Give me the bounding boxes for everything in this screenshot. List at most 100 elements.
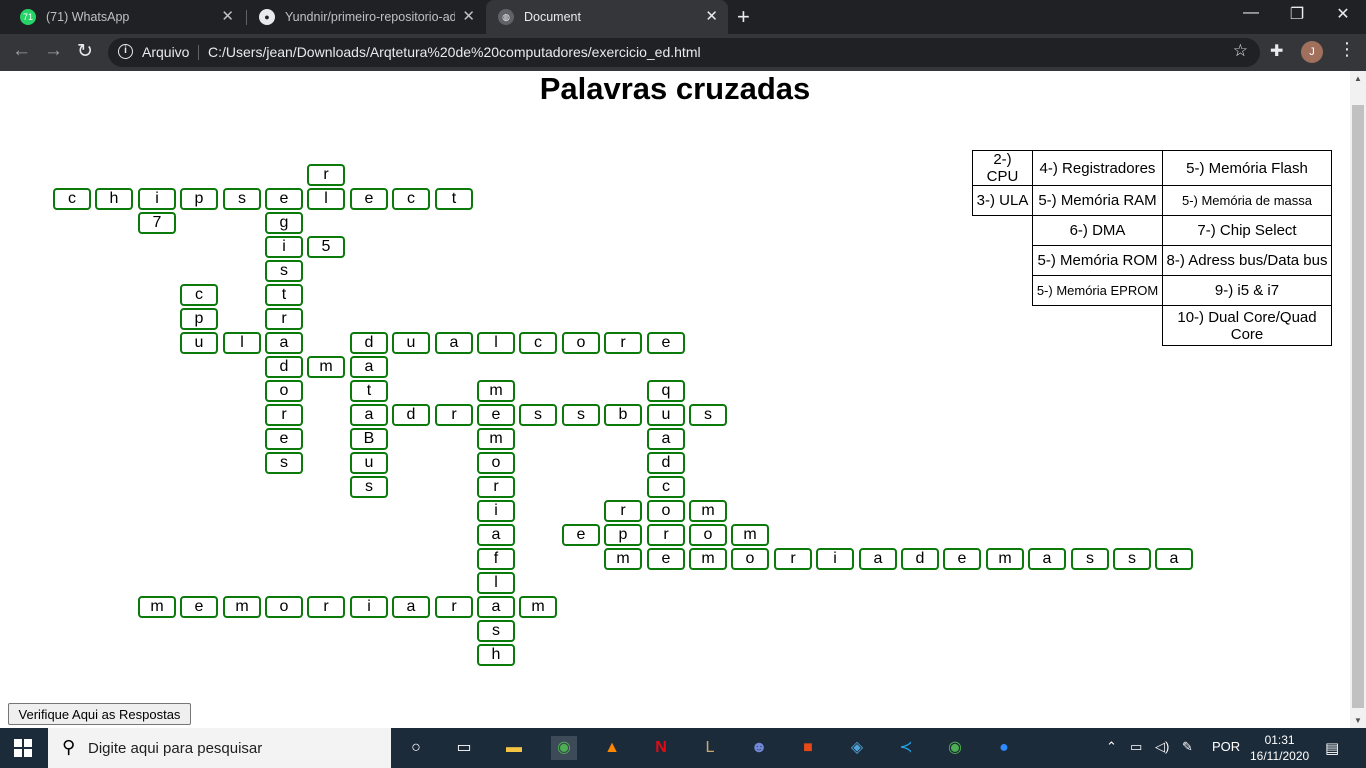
scrollbar-thumb[interactable] xyxy=(1352,105,1364,708)
new-tab-button[interactable]: + xyxy=(737,4,750,30)
taskbar-search-box[interactable]: ⚲ Digite aqui para pesquisar xyxy=(48,728,391,768)
crossword-cell[interactable]: s xyxy=(519,404,557,426)
close-icon[interactable]: ✕ xyxy=(221,7,234,25)
crossword-cell[interactable]: t xyxy=(265,284,303,306)
discord-icon[interactable]: ☻ xyxy=(746,736,772,760)
crossword-cell[interactable]: l xyxy=(477,572,515,594)
system-clock[interactable]: 01:31 16/11/2020 xyxy=(1250,732,1309,764)
vscode-icon[interactable]: ≺ xyxy=(893,736,919,760)
crossword-cell[interactable]: e xyxy=(477,404,515,426)
crossword-cell[interactable]: a xyxy=(350,356,388,378)
address-bar[interactable]: i Arquivo C:/Users/jean/Downloads/Arqtet… xyxy=(108,38,1260,67)
crossword-cell[interactable]: r xyxy=(477,476,515,498)
crossword-cell[interactable]: a xyxy=(265,332,303,354)
crossword-cell[interactable]: e xyxy=(647,548,685,570)
crossword-cell[interactable]: o xyxy=(562,332,600,354)
crossword-cell[interactable]: m xyxy=(604,548,642,570)
close-icon[interactable]: ✕ xyxy=(705,7,718,25)
crossword-cell[interactable]: u xyxy=(392,332,430,354)
crossword-cell[interactable]: a xyxy=(859,548,897,570)
crossword-cell[interactable]: a xyxy=(435,332,473,354)
chevron-up-icon[interactable]: ⌃ xyxy=(1106,739,1117,755)
url-text[interactable]: C:/Users/jean/Downloads/Arqtetura%20de%2… xyxy=(208,44,701,60)
crossword-cell[interactable]: c xyxy=(180,284,218,306)
crossword-cell[interactable]: o xyxy=(689,524,727,546)
crossword-cell[interactable]: e xyxy=(647,332,685,354)
file-explorer-icon[interactable]: ▬ xyxy=(501,736,527,760)
crossword-cell[interactable]: s xyxy=(1113,548,1151,570)
crossword-cell[interactable]: i xyxy=(138,188,176,210)
crossword-cell[interactable]: q xyxy=(647,380,685,402)
crossword-cell[interactable]: t xyxy=(435,188,473,210)
mysql-workbench-icon[interactable]: ◈ xyxy=(844,736,870,760)
crossword-cell[interactable]: m xyxy=(731,524,769,546)
crossword-cell[interactable]: r xyxy=(435,596,473,618)
crossword-cell[interactable]: c xyxy=(392,188,430,210)
crossword-cell[interactable]: o xyxy=(647,500,685,522)
info-icon[interactable]: i xyxy=(118,44,133,59)
pen-icon[interactable]: ✎ xyxy=(1182,739,1193,755)
scroll-down-icon[interactable]: ▼ xyxy=(1354,716,1362,725)
crossword-cell[interactable]: a xyxy=(392,596,430,618)
restore-icon[interactable]: ❐ xyxy=(1274,4,1320,24)
crossword-cell[interactable]: o xyxy=(265,596,303,618)
close-icon[interactable]: ✕ xyxy=(462,7,475,25)
crossword-cell[interactable]: i xyxy=(477,500,515,522)
crossword-cell[interactable]: s xyxy=(265,260,303,282)
crossword-cell[interactable]: e xyxy=(562,524,600,546)
crossword-cell[interactable]: a xyxy=(350,404,388,426)
crossword-cell[interactable]: h xyxy=(95,188,133,210)
windows-start-icon[interactable] xyxy=(14,739,32,757)
crossword-cell[interactable]: m xyxy=(519,596,557,618)
crossword-cell[interactable]: d xyxy=(392,404,430,426)
crossword-cell[interactable]: l xyxy=(477,332,515,354)
crossword-cell[interactable]: m xyxy=(223,596,261,618)
crossword-cell[interactable]: r xyxy=(307,164,345,186)
task-view-icon[interactable]: ▭ xyxy=(451,736,477,760)
crossword-cell[interactable]: u xyxy=(350,452,388,474)
crossword-cell[interactable]: a xyxy=(477,524,515,546)
verify-answers-button[interactable]: Verifique Aqui as Respostas xyxy=(8,703,191,725)
crossword-cell[interactable]: B xyxy=(350,428,388,450)
crossword-cell[interactable]: f xyxy=(477,548,515,570)
crossword-cell[interactable]: 5 xyxy=(307,236,345,258)
page-scrollbar[interactable]: ▲ ▼ xyxy=(1350,71,1366,728)
crossword-cell[interactable]: 7 xyxy=(138,212,176,234)
crossword-cell[interactable]: u xyxy=(180,332,218,354)
crossword-cell[interactable]: r xyxy=(647,524,685,546)
tab-whatsapp[interactable]: 71 (71) WhatsApp ✕ xyxy=(8,0,244,34)
crossword-cell[interactable]: g xyxy=(265,212,303,234)
crossword-cell[interactable]: m xyxy=(477,380,515,402)
crossword-cell[interactable]: e xyxy=(265,428,303,450)
crossword-cell[interactable]: o xyxy=(477,452,515,474)
crossword-cell[interactable]: r xyxy=(435,404,473,426)
crossword-cell[interactable]: m xyxy=(689,500,727,522)
crossword-cell[interactable]: s xyxy=(477,620,515,642)
crossword-cell[interactable]: i xyxy=(265,236,303,258)
crossword-cell[interactable]: s xyxy=(350,476,388,498)
minimize-icon[interactable]: — xyxy=(1228,4,1274,22)
crossword-cell[interactable]: o xyxy=(731,548,769,570)
close-window-icon[interactable]: ✕ xyxy=(1320,4,1366,24)
crossword-cell[interactable]: r xyxy=(774,548,812,570)
volume-icon[interactable]: ◁) xyxy=(1155,739,1169,755)
crossword-cell[interactable]: a xyxy=(1155,548,1193,570)
crossword-cell[interactable]: c xyxy=(647,476,685,498)
bookmark-star-icon[interactable]: ☆ xyxy=(1233,41,1248,61)
crossword-cell[interactable]: p xyxy=(180,188,218,210)
network-icon[interactable]: ▭ xyxy=(1130,739,1142,755)
crossword-cell[interactable]: d xyxy=(647,452,685,474)
crossword-cell[interactable]: e xyxy=(943,548,981,570)
forward-icon[interactable]: → xyxy=(44,40,63,62)
crossword-cell[interactable]: r xyxy=(604,500,642,522)
crossword-cell[interactable]: a xyxy=(647,428,685,450)
crossword-cell[interactable]: c xyxy=(519,332,557,354)
tab-github[interactable]: ● Yundnir/primeiro-repositorio-ad ✕ xyxy=(247,0,485,34)
crossword-cell[interactable]: p xyxy=(180,308,218,330)
crossword-cell[interactable]: t xyxy=(350,380,388,402)
crossword-cell[interactable]: b xyxy=(604,404,642,426)
crossword-cell[interactable]: m xyxy=(689,548,727,570)
crossword-cell[interactable]: l xyxy=(223,332,261,354)
crossword-cell[interactable]: d xyxy=(901,548,939,570)
chrome-profile-icon[interactable]: ◉ xyxy=(942,736,968,760)
